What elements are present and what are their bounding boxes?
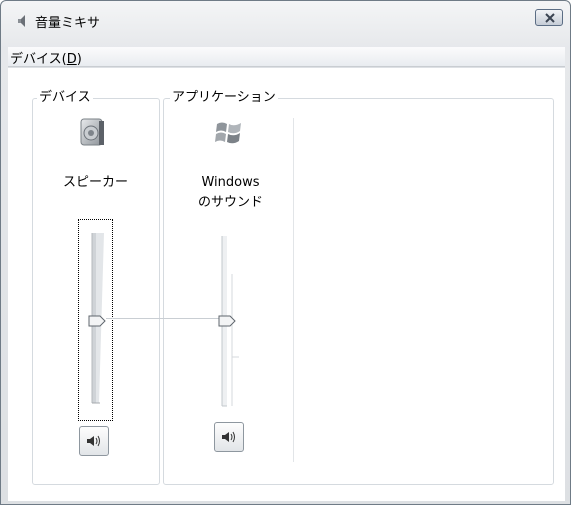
menu-device[interactable]: デバイス(D): [10, 48, 82, 67]
application-divider: [293, 118, 294, 462]
windows-sound-volume-thumb[interactable]: [218, 312, 236, 327]
menu-device-suffix: ): [76, 52, 82, 67]
channel-name-windows-line2: のサウンド: [197, 195, 263, 210]
window-title: 音量ミキサ: [35, 16, 101, 31]
menu-device-accelerator: D: [66, 52, 77, 67]
channel-name-speaker: スピーカー: [62, 175, 128, 190]
speaker-icon: [15, 13, 31, 29]
slider-link-line: [106, 318, 224, 319]
close-button[interactable]: [535, 9, 563, 26]
speaker-mute-button[interactable]: [79, 426, 109, 456]
channel-name-windows-line1: Windows: [201, 175, 260, 190]
speaker-volume-icon: [87, 435, 100, 447]
application-group-label: アプリケーション: [170, 90, 278, 106]
title-bar[interactable]: 音量ミキサ: [1, 1, 570, 45]
close-icon: [545, 13, 555, 23]
windows-logo-icon: [213, 118, 245, 152]
device-group-label: デバイス: [37, 90, 93, 106]
speaker-device-icon: [78, 118, 106, 152]
speaker-volume-thumb[interactable]: [88, 312, 106, 327]
speaker-volume-icon: [222, 431, 235, 443]
volume-mixer-window: 音量ミキサ デバイス(D) デバイス アプリケーション スピーカー Window…: [0, 0, 571, 505]
menu-bar: デバイス(D): [8, 47, 565, 67]
mixer-client-area: デバイス アプリケーション スピーカー Windows のサウンド: [8, 67, 565, 501]
windows-sound-mute-button[interactable]: [214, 422, 244, 452]
menu-device-prefix: デバイス(: [10, 52, 67, 67]
